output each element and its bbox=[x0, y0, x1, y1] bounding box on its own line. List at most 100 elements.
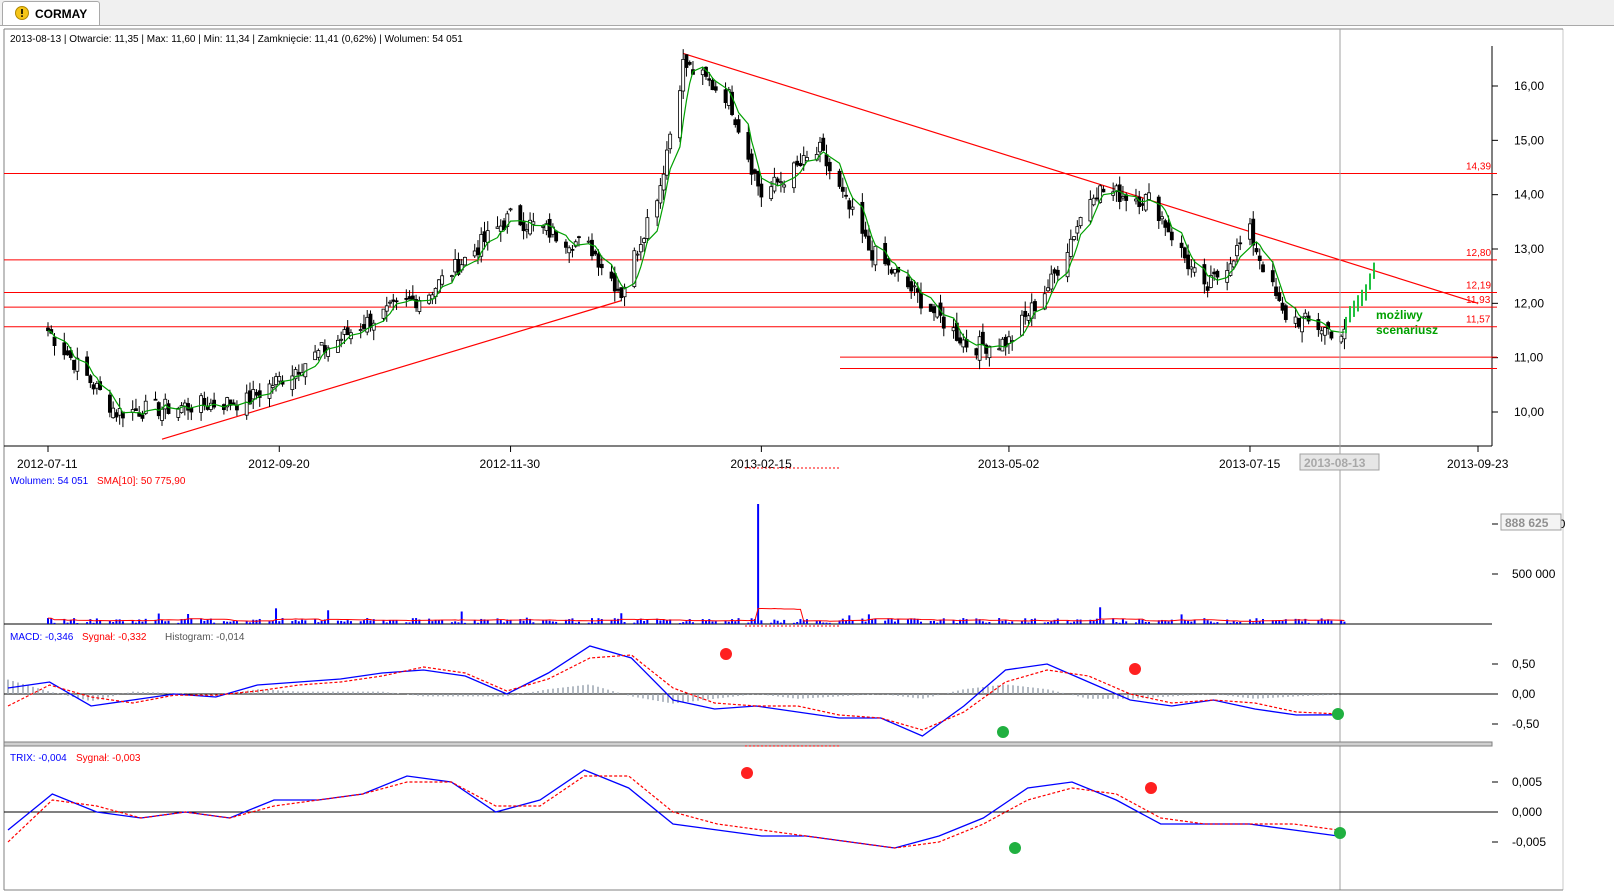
candle-body bbox=[801, 155, 806, 165]
candle-body bbox=[394, 300, 399, 303]
price-y-tick-label: 11,00 bbox=[1514, 351, 1543, 365]
candle-body bbox=[476, 247, 480, 256]
candle-body bbox=[1121, 196, 1125, 199]
price-y-tick-label: 15,00 bbox=[1514, 133, 1544, 147]
candle-body bbox=[782, 184, 787, 188]
candle-body bbox=[368, 313, 373, 328]
candle-body bbox=[417, 300, 422, 312]
candle-body bbox=[134, 408, 138, 412]
candle-body bbox=[1270, 270, 1275, 283]
trix-y-tick-label: -0,005 bbox=[1512, 835, 1546, 849]
candle-body bbox=[609, 271, 614, 279]
price-x-tick-label: 2013-09-23 bbox=[1447, 457, 1509, 471]
candle-body bbox=[749, 153, 754, 175]
candle-body bbox=[779, 181, 783, 184]
candle-body bbox=[1101, 188, 1106, 193]
candle-body bbox=[700, 69, 705, 76]
macd-y-tick-label: 0,00 bbox=[1512, 687, 1536, 701]
candle-body bbox=[384, 305, 389, 312]
candle-body bbox=[498, 225, 503, 232]
price-x-tick-label: 2013-07-15 bbox=[1219, 457, 1281, 471]
price-x-tick-label: 2013-05-02 bbox=[978, 457, 1040, 471]
candle-body bbox=[1277, 292, 1282, 301]
candle-body bbox=[1280, 302, 1285, 311]
candle-body bbox=[62, 342, 67, 356]
candle-body bbox=[873, 245, 878, 266]
candle-body bbox=[951, 327, 956, 332]
level-label: 12,80 bbox=[1466, 248, 1491, 259]
candle-body bbox=[564, 241, 568, 248]
candle-body bbox=[827, 161, 832, 172]
macd-y-tick-label: -0,50 bbox=[1512, 717, 1540, 731]
candle-body bbox=[244, 392, 249, 416]
candle-body bbox=[997, 348, 1002, 351]
tab-cormay[interactable]: CORMAY bbox=[2, 1, 100, 25]
candle-body bbox=[482, 231, 487, 242]
candle-body bbox=[577, 236, 581, 239]
candle-body bbox=[893, 269, 897, 274]
candle-body bbox=[1020, 314, 1024, 336]
candle-body bbox=[889, 269, 894, 274]
candle-body bbox=[1140, 203, 1145, 206]
candle-body bbox=[65, 350, 70, 356]
macd-label: MACD: -0,346 bbox=[10, 632, 74, 643]
candle-body bbox=[450, 275, 454, 278]
candle-body bbox=[111, 407, 116, 419]
warning-icon bbox=[15, 6, 29, 20]
trix-y-tick-label: 0,000 bbox=[1512, 805, 1542, 819]
candle-body bbox=[681, 58, 686, 92]
candle-body bbox=[202, 397, 207, 407]
candle-body bbox=[974, 348, 979, 356]
candle-body bbox=[1192, 267, 1197, 273]
candle-body bbox=[153, 398, 158, 401]
candle-body bbox=[277, 376, 282, 382]
level-label: 14,39 bbox=[1466, 161, 1491, 172]
candle-body bbox=[1293, 316, 1298, 324]
candle-body bbox=[616, 288, 620, 291]
candle-body bbox=[440, 275, 445, 285]
tab-bar: CORMAY bbox=[0, 0, 1614, 26]
trix-sell-marker bbox=[741, 767, 753, 779]
candle-body bbox=[723, 89, 728, 103]
candle-body bbox=[1186, 254, 1190, 270]
candle-body bbox=[850, 206, 855, 210]
candle-body bbox=[824, 154, 829, 167]
candle-body bbox=[1254, 248, 1259, 253]
price-x-tick-label: 2012-11-30 bbox=[480, 457, 541, 471]
candle-body bbox=[1182, 247, 1187, 259]
candle-body bbox=[107, 394, 112, 413]
candle-body bbox=[508, 208, 513, 211]
candle-body bbox=[52, 336, 57, 346]
candle-body bbox=[1033, 301, 1037, 312]
candle-body bbox=[756, 170, 761, 187]
level-label: 12,19 bbox=[1466, 280, 1491, 291]
candle-body bbox=[1007, 336, 1011, 344]
macd-sell-marker-2 bbox=[1129, 663, 1141, 675]
candle-body bbox=[1215, 270, 1220, 278]
candle-body bbox=[342, 329, 347, 335]
candle-body bbox=[541, 225, 546, 228]
candle-body bbox=[661, 173, 666, 191]
candle-body bbox=[1046, 287, 1050, 292]
candle-body bbox=[1091, 197, 1096, 206]
candle-body bbox=[554, 230, 559, 242]
candle-body bbox=[270, 385, 275, 388]
candle-body bbox=[870, 250, 875, 261]
macd-hist-label: Histogram: -0,014 bbox=[165, 632, 245, 643]
candle-body bbox=[941, 316, 946, 329]
trix-signal-label: Sygnał: -0,003 bbox=[76, 753, 141, 764]
candle-body bbox=[1189, 266, 1194, 270]
candle-body bbox=[427, 294, 432, 304]
candle-body bbox=[863, 229, 868, 237]
price-x-tick-label: 2012-07-11 bbox=[17, 457, 78, 471]
level-label: 11,57 bbox=[1466, 315, 1491, 326]
candle-body bbox=[1072, 236, 1076, 240]
candle-body bbox=[1303, 312, 1308, 318]
candle-body bbox=[1160, 216, 1164, 220]
candle-body bbox=[88, 375, 93, 384]
candle-body bbox=[678, 90, 682, 139]
candle-body bbox=[1000, 338, 1005, 352]
candle-body bbox=[707, 78, 712, 81]
candle-body bbox=[518, 205, 523, 226]
volume-box-value: 888 625 bbox=[1505, 516, 1549, 530]
